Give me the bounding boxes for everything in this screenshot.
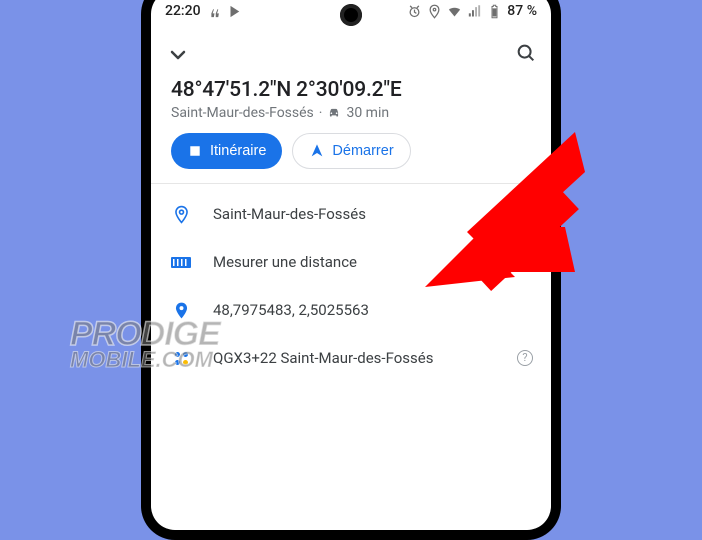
decimal-coords-row[interactable]: 48,7975483, 2,5025563: [151, 286, 551, 334]
pin-filled-icon: [172, 301, 191, 320]
directions-icon: [187, 143, 203, 159]
status-time: 22:20: [165, 3, 201, 19]
chevron-down-icon: [166, 43, 190, 67]
signal-icon: [467, 4, 482, 19]
plus-code-label: QGX3+22 Saint-Maur-des-Fossés: [213, 349, 433, 367]
prayer-icon: [207, 4, 222, 19]
separator-dot: ·: [319, 105, 323, 121]
place-row[interactable]: Saint-Maur-des-Fossés: [151, 190, 551, 238]
screen: 22:20 87 % 48°47'51.2"N 2°3: [151, 0, 551, 530]
place-info: 48°47'51.2"N 2°30'09.2"E Saint-Maur-des-…: [151, 76, 551, 184]
directions-label: Itinéraire: [210, 143, 266, 159]
phone-frame: 22:20 87 % 48°47'51.2"N 2°3: [141, 0, 561, 540]
plus-code-row[interactable]: QGX3+22 Saint-Maur-des-Fossés ?: [151, 334, 551, 382]
ruler-icon: [171, 257, 191, 268]
plus-code-icon: [175, 352, 188, 365]
play-store-icon: [228, 4, 243, 19]
sheet-header: [151, 32, 551, 76]
collapse-button[interactable]: [165, 42, 191, 68]
directions-button[interactable]: Itinéraire: [171, 133, 282, 169]
duration-text: 30 min: [346, 105, 389, 121]
place-subline: Saint-Maur-des-Fossés · 30 min: [171, 105, 531, 121]
pin-outline-icon: [172, 205, 191, 224]
details-list: Saint-Maur-des-Fossés Mesurer une distan…: [151, 184, 551, 388]
status-battery-text: 87 %: [507, 3, 537, 19]
start-button[interactable]: Démarrer: [292, 133, 410, 169]
alarm-icon: [407, 4, 422, 19]
decimal-coords-label: 48,7975483, 2,5025563: [213, 301, 369, 319]
measure-distance-row[interactable]: Mesurer une distance: [151, 238, 551, 286]
help-icon[interactable]: ?: [517, 350, 533, 366]
place-title: 48°47'51.2"N 2°30'09.2"E: [171, 78, 531, 102]
camera-hole: [340, 4, 362, 26]
search-button[interactable]: [515, 42, 537, 68]
battery-icon: [487, 4, 502, 19]
location-status-icon: [427, 4, 442, 19]
place-label: Saint-Maur-des-Fossés: [213, 205, 366, 223]
car-icon: [327, 106, 341, 120]
measure-label: Mesurer une distance: [213, 253, 357, 271]
wifi-icon: [447, 4, 462, 19]
search-icon: [515, 42, 537, 64]
navigate-icon: [309, 143, 325, 159]
locality-text: Saint-Maur-des-Fossés: [171, 105, 314, 121]
start-label: Démarrer: [332, 143, 393, 159]
